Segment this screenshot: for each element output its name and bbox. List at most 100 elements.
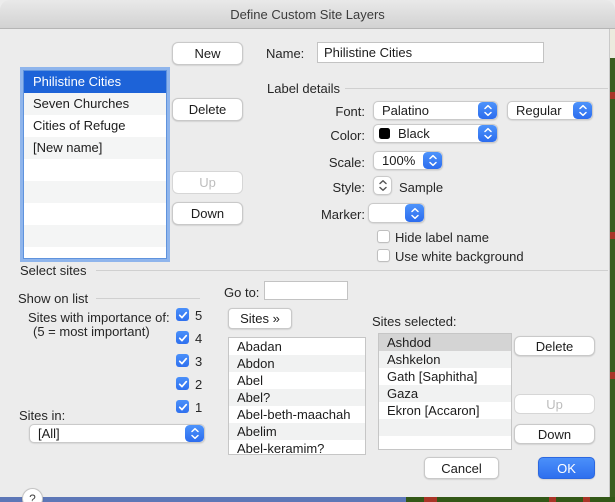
label-details-heading: Label details (267, 81, 340, 96)
chevron-up-down-icon (378, 179, 388, 192)
selected-site-item[interactable]: Ekron [Accaron] (379, 402, 511, 419)
define-custom-site-layers-dialog: Define Custom Site Layers Philistine Cit… (0, 0, 615, 502)
marker-popup[interactable] (368, 203, 425, 223)
selected-site-item[interactable]: Ashkelon (379, 351, 511, 368)
marker-label: Marker: (250, 207, 365, 222)
site-list-item[interactable]: Abelim (229, 423, 365, 440)
selected-site-item[interactable]: Ashdod (379, 334, 511, 351)
chevron-up-down-icon (185, 425, 204, 442)
color-popup-value: Black (390, 126, 478, 141)
layer-list-item[interactable]: Cities of Refuge (24, 115, 166, 137)
importance-5-checkbox[interactable] (176, 308, 189, 321)
new-layer-button[interactable]: New (172, 42, 243, 65)
layer-list-empty-row (24, 181, 166, 203)
style-sample-text: Sample (399, 180, 443, 195)
layer-list-item[interactable]: Philistine Cities (24, 71, 166, 93)
checkmark-icon (178, 356, 188, 366)
show-on-list-heading: Show on list (18, 291, 88, 306)
label-details-divider (345, 88, 608, 89)
importance-1-checkbox[interactable] (176, 400, 189, 413)
dialog-body: Philistine Cities Seven Churches Cities … (0, 29, 610, 497)
importance-1-label[interactable]: 1 (195, 400, 202, 415)
checkmark-icon (178, 333, 188, 343)
checkmark-icon (178, 310, 188, 320)
title-bar[interactable]: Define Custom Site Layers (0, 0, 615, 29)
use-white-background-label[interactable]: Use white background (395, 249, 524, 264)
layer-list-item[interactable]: Seven Churches (24, 93, 166, 115)
font-popup[interactable]: Palatino (373, 101, 498, 120)
importance-2-checkbox[interactable] (176, 377, 189, 390)
layer-list-empty-row (24, 225, 166, 247)
checkmark-icon (178, 379, 188, 389)
move-site-down-button[interactable]: Down (514, 424, 595, 444)
site-list-item[interactable]: Abel? (229, 389, 365, 406)
selected-site-empty-row (379, 436, 511, 450)
site-list-item[interactable]: Abadan (229, 338, 365, 355)
checkmark-icon (178, 402, 188, 412)
black-color-swatch (379, 128, 390, 139)
chevron-up-down-icon (478, 102, 497, 119)
font-style-popup[interactable]: Regular (507, 101, 593, 120)
chevron-up-down-icon (573, 102, 592, 119)
select-sites-divider (96, 270, 608, 271)
layer-list-item[interactable]: [New name] (24, 137, 166, 159)
importance-note: (5 = most important) (33, 324, 150, 339)
help-question-icon: ? (29, 492, 36, 502)
hide-label-name-label[interactable]: Hide label name (395, 230, 489, 245)
chevron-up-down-icon (423, 152, 442, 169)
ok-button[interactable]: OK (538, 457, 595, 479)
site-list-item[interactable]: Abel-beth-maachah (229, 406, 365, 423)
chevron-up-down-icon (405, 204, 424, 222)
sites-in-popup[interactable]: [All] (29, 424, 205, 443)
move-site-up-button[interactable]: Up (514, 394, 595, 414)
scale-popup-value: 100% (374, 153, 423, 168)
cancel-button[interactable]: Cancel (424, 457, 499, 479)
map-background-sliver-bottom (0, 497, 615, 502)
sites-in-label: Sites in: (19, 408, 65, 423)
importance-3-label[interactable]: 3 (195, 354, 202, 369)
site-list-item[interactable]: Abdon (229, 355, 365, 372)
style-stepper[interactable] (373, 176, 392, 195)
name-input-value: Philistine Cities (324, 45, 412, 60)
goto-input[interactable] (264, 281, 348, 300)
importance-3-checkbox[interactable] (176, 354, 189, 367)
window-title: Define Custom Site Layers (230, 7, 385, 22)
goto-label: Go to: (224, 285, 259, 300)
color-label: Color: (250, 128, 365, 143)
custom-layers-list[interactable]: Philistine Cities Seven Churches Cities … (23, 70, 167, 259)
site-list-item[interactable]: Abel-keramim? (229, 440, 365, 455)
importance-2-label[interactable]: 2 (195, 377, 202, 392)
move-layer-down-button[interactable]: Down (172, 202, 243, 225)
move-layer-up-button[interactable]: Up (172, 171, 243, 194)
site-list-item[interactable]: Abel (229, 372, 365, 389)
font-label: Font: (250, 104, 365, 119)
name-input[interactable]: Philistine Cities (317, 42, 544, 63)
chevron-up-down-icon (478, 125, 497, 142)
style-label: Style: (250, 180, 365, 195)
color-popup[interactable]: Black (373, 124, 498, 143)
scale-label: Scale: (250, 155, 365, 170)
select-sites-heading: Select sites (20, 263, 86, 278)
available-sites-list[interactable]: Abadan Abdon Abel Abel? Abel-beth-maacha… (228, 337, 366, 455)
selected-site-item[interactable]: Gath [Saphitha] (379, 368, 511, 385)
layer-list-empty-row (24, 203, 166, 225)
selected-site-empty-row (379, 419, 511, 436)
help-button[interactable]: ? (22, 488, 43, 502)
selected-site-item[interactable]: Gaza (379, 385, 511, 402)
delete-selected-site-button[interactable]: Delete (514, 336, 595, 356)
name-label: Name: (266, 46, 304, 61)
importance-5-label[interactable]: 5 (195, 308, 202, 323)
use-white-background-checkbox[interactable] (377, 249, 390, 262)
sites-selected-label: Sites selected: (372, 314, 457, 329)
selected-sites-list[interactable]: Ashdod Ashkelon Gath [Saphitha] Gaza Ekr… (378, 333, 512, 450)
font-style-popup-value: Regular (508, 103, 573, 118)
sites-menu-button[interactable]: Sites » (228, 308, 292, 329)
layer-list-empty-row (24, 159, 166, 181)
scale-popup[interactable]: 100% (373, 151, 443, 170)
importance-4-label[interactable]: 4 (195, 331, 202, 346)
delete-layer-button[interactable]: Delete (172, 98, 243, 121)
show-on-list-divider (96, 298, 200, 299)
importance-4-checkbox[interactable] (176, 331, 189, 344)
sites-in-popup-value: [All] (30, 426, 185, 441)
hide-label-name-checkbox[interactable] (377, 230, 390, 243)
